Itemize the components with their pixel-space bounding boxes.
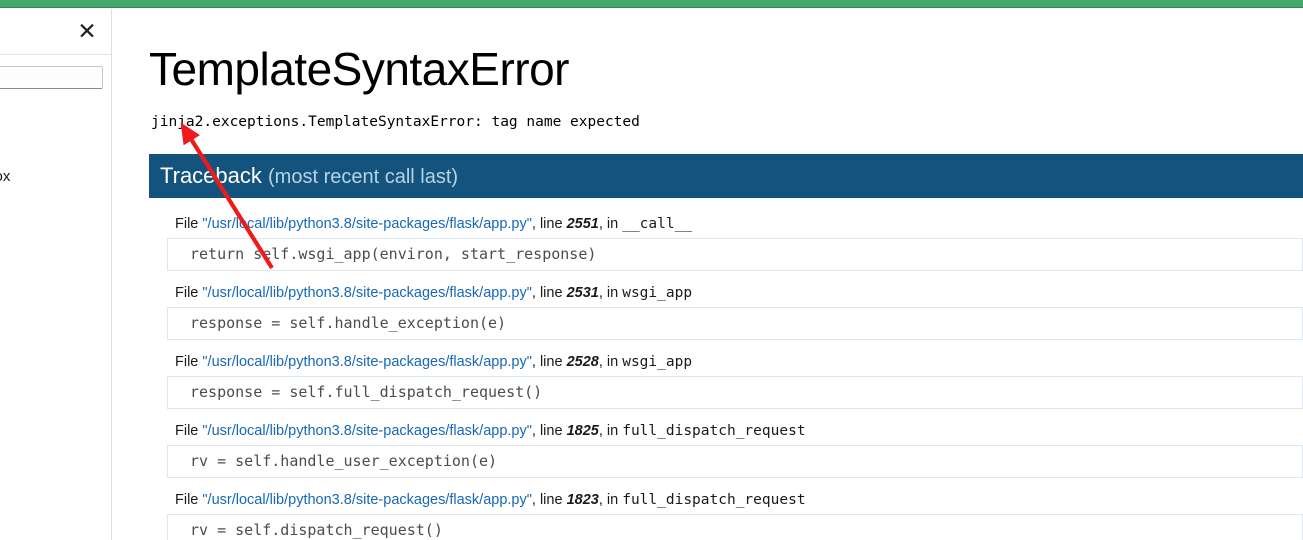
traceback-file-path[interactable]: "/usr/local/lib/python3.8/site-packages/… [202, 285, 531, 301]
label-in: in [606, 423, 619, 439]
traceback-entry-location: File "/usr/local/lib/python3.8/site-pack… [175, 285, 693, 301]
label-line: line [539, 423, 563, 439]
traceback-entry: File "/usr/local/lib/python3.8/site-pack… [149, 283, 1303, 340]
label-file: File [175, 354, 199, 370]
traceback-entry: File "/usr/local/lib/python3.8/site-pack… [149, 421, 1303, 478]
error-page: TemplateSyntaxError jinja2.exceptions.Te… [113, 9, 1303, 540]
traceback-line-number: 1825 [566, 423, 599, 439]
label-file: File [175, 492, 199, 508]
traceback-source-line: rv = self.handle_user_exception(e) [167, 445, 1303, 478]
traceback-line-number: 1823 [566, 492, 599, 508]
traceback-source-line: response = self.full_dispatch_request() [167, 376, 1303, 409]
traceback-panel: Traceback (most recent call last) File "… [149, 154, 1303, 540]
left-side-panel: ✕ efox [0, 9, 112, 540]
traceback-entries: File "/usr/local/lib/python3.8/site-pack… [149, 198, 1303, 540]
traceback-header-subtitle: (most recent call last) [268, 166, 459, 188]
left-panel-field-row [0, 55, 111, 89]
traceback-entry: File "/usr/local/lib/python3.8/site-pack… [149, 352, 1303, 409]
left-panel-header: ✕ [0, 9, 111, 55]
green-top-bar [0, 0, 1303, 8]
traceback-function-name: full_dispatch_request [622, 423, 806, 439]
traceback-entry-location: File "/usr/local/lib/python3.8/site-pack… [175, 354, 693, 370]
traceback-header-title: Traceback [160, 163, 262, 188]
traceback-entry: File "/usr/local/lib/python3.8/site-pack… [149, 214, 1303, 271]
traceback-entry-location: File "/usr/local/lib/python3.8/site-pack… [175, 423, 806, 439]
traceback-file-path[interactable]: "/usr/local/lib/python3.8/site-packages/… [202, 423, 531, 439]
label-file: File [175, 285, 199, 301]
label-line: line [539, 285, 563, 301]
label-line: line [539, 216, 563, 232]
traceback-function-name: __call__ [622, 216, 693, 232]
traceback-file-path[interactable]: "/usr/local/lib/python3.8/site-packages/… [202, 354, 531, 370]
close-icon[interactable]: ✕ [75, 20, 99, 44]
label-line: line [539, 492, 563, 508]
label-file: File [175, 423, 199, 439]
traceback-line-number: 2551 [566, 216, 599, 232]
traceback-source-line: rv = self.dispatch_request() [167, 514, 1303, 540]
label-in: in [606, 216, 619, 232]
label-line: line [539, 354, 563, 370]
traceback-line-number: 2531 [566, 285, 599, 301]
traceback-function-name: wsgi_app [622, 354, 693, 370]
label-file: File [175, 216, 199, 232]
traceback-file-path[interactable]: "/usr/local/lib/python3.8/site-packages/… [202, 492, 531, 508]
traceback-line-number: 2528 [566, 354, 599, 370]
screenshot-root: ✕ efox TemplateSyntaxError jinja2.except… [0, 0, 1303, 540]
page-title: TemplateSyntaxError [149, 43, 570, 95]
traceback-function-name: wsgi_app [622, 285, 693, 301]
traceback-entry: File "/usr/local/lib/python3.8/site-pack… [149, 490, 1303, 540]
label-in: in [606, 492, 619, 508]
traceback-source-line: response = self.handle_exception(e) [167, 307, 1303, 340]
left-panel-truncated-text: efox [0, 168, 11, 185]
traceback-entry-location: File "/usr/local/lib/python3.8/site-pack… [175, 216, 693, 232]
label-in: in [606, 354, 619, 370]
error-message: jinja2.exceptions.TemplateSyntaxError: t… [151, 114, 640, 130]
traceback-file-path[interactable]: "/usr/local/lib/python3.8/site-packages/… [202, 216, 531, 232]
traceback-header: Traceback (most recent call last) [149, 154, 1303, 198]
traceback-source-line: return self.wsgi_app(environ, start_resp… [167, 238, 1303, 271]
left-panel-input[interactable] [0, 66, 103, 89]
label-in: in [606, 285, 619, 301]
traceback-function-name: full_dispatch_request [622, 492, 806, 508]
traceback-entry-location: File "/usr/local/lib/python3.8/site-pack… [175, 492, 806, 508]
